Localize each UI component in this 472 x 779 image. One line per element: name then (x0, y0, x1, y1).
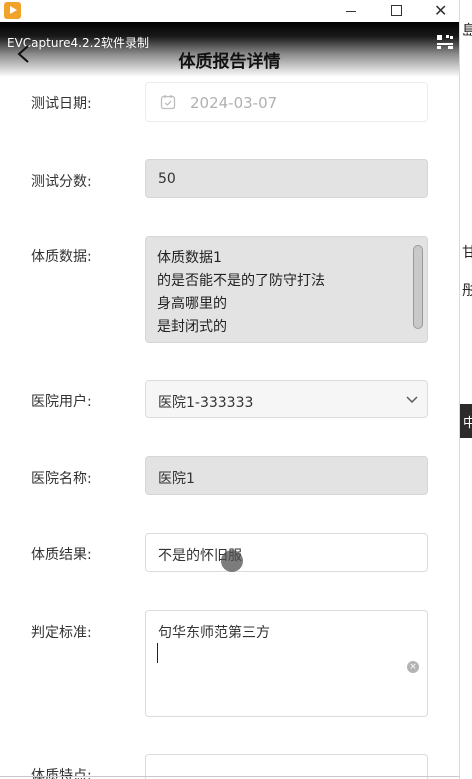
close-button[interactable]: ✕ (418, 0, 459, 22)
body-data-label: 体质数据: (31, 249, 92, 265)
qr-grid-icon[interactable] (436, 34, 454, 50)
calendar-icon (160, 95, 176, 110)
criteria-label: 判定标准: (31, 625, 92, 641)
background-text: 島 (462, 20, 472, 40)
body-data-textarea[interactable]: 体质数据1 的是否能不是的了防守打法 身高哪里的 是封闭式的 (145, 236, 428, 343)
hospital-name-value: 医院1 (158, 471, 195, 487)
window-titlebar: ✕ (0, 0, 459, 22)
minimize-icon (346, 11, 356, 12)
hospital-user-value: 医院1-333333 (158, 395, 254, 411)
body-data-line: 体质数据1 (157, 250, 222, 266)
body-result-label: 体质结果: (31, 547, 92, 563)
clear-icon[interactable]: × (407, 661, 419, 673)
hospital-name-label: 医院名称: (31, 471, 92, 487)
body-result-input[interactable]: 不是的怀旧服 (145, 533, 428, 572)
background-text: 彤 (462, 280, 472, 300)
background-text: 甘 (462, 242, 472, 262)
criteria-value: 句华东师范第三方 (158, 625, 270, 641)
maximize-button[interactable] (374, 0, 420, 22)
maximize-icon (391, 5, 402, 16)
background-dark-bar: 中 (460, 404, 472, 438)
test-date-value: 2024-03-07 (190, 94, 278, 112)
body-data-line: 身高哪里的 (157, 296, 227, 312)
app-window: ✕ EVCapture4.2.2软件录制 体质报告详情 测试日期: 2024-0… (0, 0, 459, 779)
close-icon: ✕ (434, 1, 448, 20)
textarea-scrollbar[interactable] (413, 245, 423, 329)
test-score-value: 50 (158, 171, 176, 187)
page-title: 体质报告详情 (178, 52, 281, 72)
test-score-label: 测试分数: (31, 174, 92, 190)
hospital-name-field: 医院1 (145, 456, 428, 495)
text-caret (157, 643, 158, 663)
hospital-user-select[interactable]: 医院1-333333 (145, 380, 428, 418)
hospital-user-label: 医院用户: (31, 394, 92, 410)
body-data-line: 是封闭式的 (157, 319, 227, 335)
background-window-strip: 島 甘 彤 中 (459, 0, 472, 779)
mouse-cursor-indicator (221, 550, 243, 572)
evcapture-play-icon (4, 2, 21, 19)
window-bottom-edge (0, 776, 459, 777)
test-score-field: 50 (145, 159, 428, 198)
background-bar-text: 中 (463, 412, 472, 431)
body-data-line: 的是否能不是的了防守打法 (157, 273, 325, 289)
test-date-label: 测试日期: (31, 96, 92, 112)
chevron-down-icon (406, 396, 418, 403)
test-date-field[interactable]: 2024-03-07 (145, 82, 428, 122)
app-header: EVCapture4.2.2软件录制 体质报告详情 (0, 22, 459, 80)
minimize-button[interactable] (328, 0, 374, 22)
criteria-textarea[interactable]: 句华东师范第三方 × (145, 610, 428, 717)
